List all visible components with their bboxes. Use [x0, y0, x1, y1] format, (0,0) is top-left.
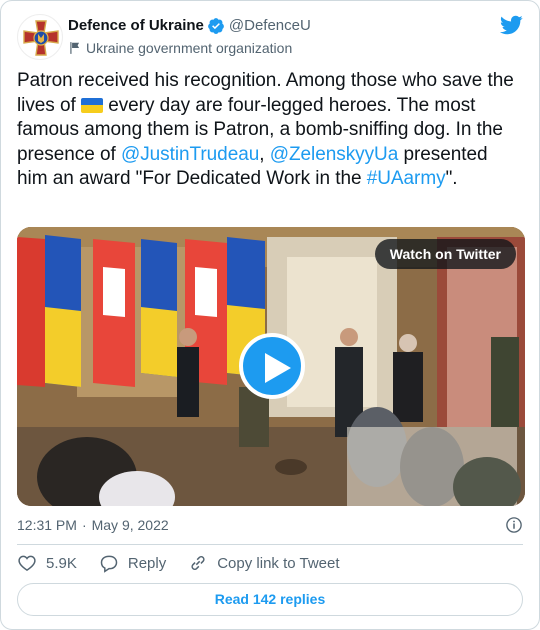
- tweet-header: Defence of Ukraine @DefenceU Ukraine gov…: [17, 13, 523, 61]
- play-button[interactable]: [239, 333, 305, 399]
- info-icon[interactable]: [505, 516, 523, 534]
- reply-icon: [100, 555, 118, 573]
- meta-separator: ·: [81, 517, 87, 533]
- author-display-name[interactable]: Defence of Ukraine: [68, 16, 204, 36]
- copy-link-label: Copy link to Tweet: [217, 554, 340, 572]
- twitter-bird-icon[interactable]: [499, 13, 523, 37]
- like-count: 5.9K: [46, 554, 77, 572]
- divider: [17, 544, 523, 545]
- verified-badge-icon: [208, 18, 224, 34]
- tweet-card: Defence of Ukraine @DefenceU Ukraine gov…: [0, 0, 540, 630]
- author-block: Defence of Ukraine @DefenceU Ukraine gov…: [68, 16, 311, 58]
- author-affiliation: Ukraine government organization: [86, 40, 293, 56]
- avatar[interactable]: [17, 14, 63, 60]
- tweet-actions: 5.9K Reply Copy link to Tweet: [17, 553, 523, 573]
- tweet-text-part: ".: [445, 168, 458, 189]
- ukraine-flag-emoji: [80, 97, 103, 113]
- tweet-date[interactable]: May 9, 2022: [92, 517, 169, 533]
- government-flag-icon: [70, 42, 80, 54]
- ukraine-defence-emblem-icon: [23, 20, 59, 56]
- mention-link-justintrudeau[interactable]: @JustinTrudeau: [121, 144, 259, 165]
- reply-button[interactable]: Reply: [99, 553, 166, 573]
- reply-label: Reply: [127, 554, 167, 572]
- video-player[interactable]: Watch on Twitter: [17, 227, 525, 506]
- link-icon: [191, 556, 205, 570]
- read-replies-button[interactable]: Read 142 replies: [17, 583, 523, 616]
- author-handle[interactable]: @DefenceU: [229, 16, 311, 36]
- mention-link-zelenskyyua[interactable]: @ZelenskyyUa: [270, 144, 399, 165]
- tweet-text: Patron received his recognition. Among t…: [17, 69, 522, 192]
- like-button[interactable]: 5.9K: [17, 553, 77, 573]
- hashtag-link-uaarmy[interactable]: #UAarmy: [367, 168, 446, 189]
- heart-icon: [18, 555, 36, 571]
- tweet-text-part: ,: [259, 143, 270, 165]
- watch-on-twitter-button[interactable]: Watch on Twitter: [374, 239, 516, 269]
- tweet-meta: 12:31 PM · May 9, 2022: [17, 515, 523, 535]
- tweet-time[interactable]: 12:31 PM: [17, 517, 77, 533]
- play-icon: [265, 353, 291, 383]
- copy-link-button[interactable]: Copy link to Tweet: [188, 553, 340, 573]
